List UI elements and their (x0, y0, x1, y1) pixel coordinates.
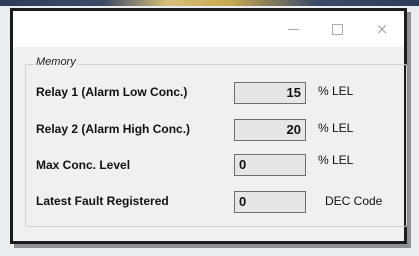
title-bar: × (13, 11, 404, 47)
screen-background: × Memory Relay 1 (Alarm Low Conc.) 15 % … (0, 0, 419, 256)
max-conc-unit: % LEL (318, 153, 354, 167)
maximize-button[interactable] (315, 11, 359, 47)
latest-fault-label: Latest Fault Registered (36, 194, 169, 208)
memory-group-title: Memory (34, 56, 78, 68)
close-button[interactable]: × (360, 11, 404, 47)
latest-fault-value-field[interactable]: 0 (234, 191, 306, 213)
relay2-label: Relay 2 (Alarm High Conc.) (36, 122, 191, 136)
memory-groupbox: Memory Relay 1 (Alarm Low Conc.) 15 % LE… (25, 56, 407, 227)
relay2-value-field[interactable]: 20 (234, 119, 306, 141)
latest-fault-unit: DEC Code (325, 194, 383, 208)
max-conc-label: Max Conc. Level (36, 158, 131, 172)
memory-window: × Memory Relay 1 (Alarm Low Conc.) 15 % … (10, 8, 407, 244)
relay2-unit: % LEL (318, 121, 354, 135)
minimize-icon (287, 28, 299, 30)
relay1-unit: % LEL (318, 84, 354, 98)
minimize-button[interactable] (271, 11, 315, 47)
max-conc-value-field[interactable]: 0 (234, 154, 306, 176)
relay1-value-field[interactable]: 15 (234, 82, 306, 104)
background-strip (0, 0, 419, 6)
relay1-label: Relay 1 (Alarm Low Conc.) (36, 85, 188, 99)
maximize-icon (331, 23, 343, 35)
close-icon: × (375, 20, 389, 38)
